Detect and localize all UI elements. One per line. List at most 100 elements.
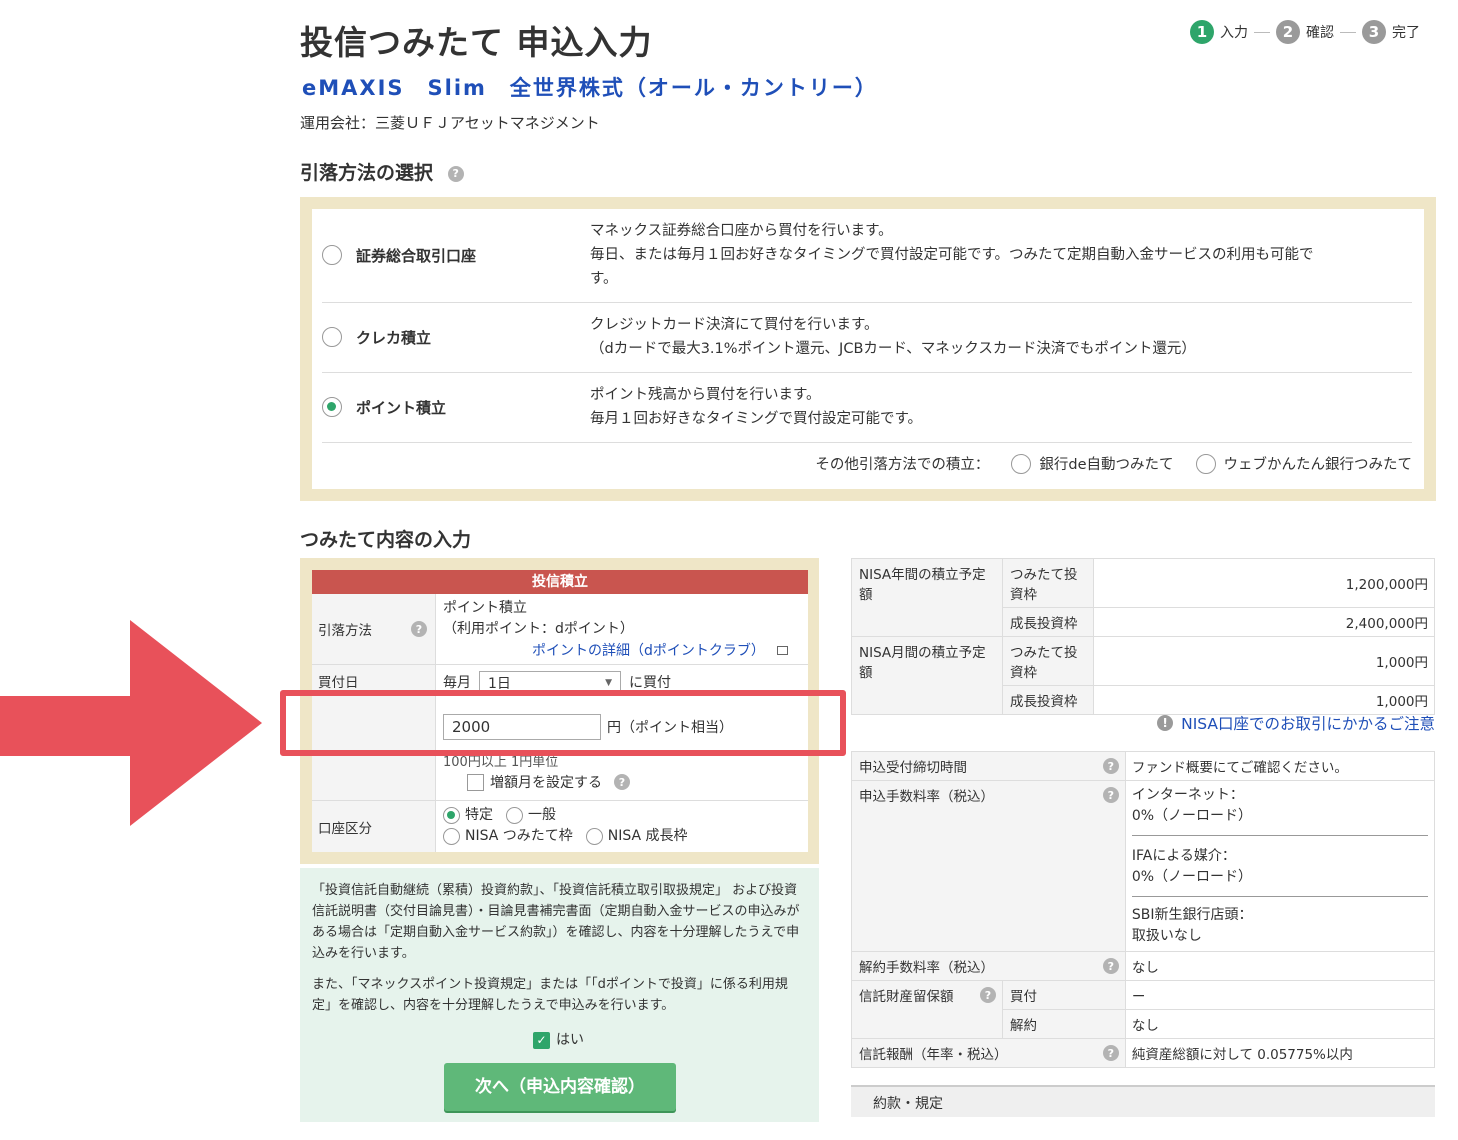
check-icon[interactable]: ✓ [533, 1032, 550, 1049]
step-number: 3 [1362, 20, 1386, 44]
info-icon: ! [1157, 715, 1174, 731]
buy-day-prefix: 毎月 [443, 675, 471, 691]
monthly-growth-label: 成長投資枠 [1002, 685, 1094, 715]
radio-nisa-growth[interactable] [585, 828, 603, 845]
option-label[interactable]: ウェブかんたん銀行つみたて [1224, 453, 1413, 474]
withdrawal-option-point[interactable]: ポイント積立 ポイント残高から買付を行います。 毎月１回お好きなタイミングで買付… [322, 373, 1412, 443]
fee-line: IFAによる媒介： [1131, 848, 1236, 864]
step-complete: 3 完了 [1362, 20, 1420, 44]
link-text[interactable]: ポイントの詳細（dポイントクラブ） [532, 643, 765, 659]
reserve-sell-label: 解約 [1002, 1009, 1126, 1039]
external-window-icon [777, 646, 789, 655]
radio-point[interactable] [322, 397, 342, 417]
point-detail-link[interactable]: ポイントの詳細（dポイントクラブ） [532, 640, 789, 660]
radio-securities[interactable] [322, 245, 342, 265]
fee-values: インターネット： 0%（ノーロード） IFAによる媒介： 0%（ノーロード） S… [1124, 780, 1436, 952]
option-label: NISA 成長枠 [607, 828, 688, 844]
fund-info-table: 申込受付締切時間 ? ファンド概要にてご確認ください。 申込手数料率（税込） ?… [851, 751, 1436, 1068]
reserve-sell-value: なし [1124, 1009, 1436, 1039]
step-label: 完了 [1392, 25, 1420, 41]
monthly-tsumitate-value: 1,000円 [1093, 636, 1435, 686]
agree-label: はい [556, 1032, 584, 1048]
radio-ippan[interactable] [506, 807, 523, 824]
option-label: 特定 [465, 807, 493, 823]
deadline-value: ファンド概要にてご確認ください。 [1124, 751, 1436, 781]
radio-tokutei[interactable] [443, 807, 460, 824]
buy-day-label-cell: 買付日 [312, 665, 436, 693]
row-account-type: 口座区分 特定 一般 NISA つみたて枠 NISA 成長枠 [312, 801, 808, 852]
help-icon[interactable]: ? [1102, 1045, 1119, 1061]
method-value-line: （利用ポイント：dポイント） [443, 621, 634, 637]
fee-line: 0%（ノーロード） [1131, 808, 1253, 824]
withdrawal-option-securities[interactable]: 証券総合取引口座 マネックス証券総合口座から買付を行います。 毎日、または毎月１… [322, 209, 1412, 303]
reserve-buy-value: ー [1124, 980, 1436, 1010]
form-section-title: つみたて内容の入力 [300, 529, 472, 551]
annual-label: NISA年間の積立予定額 [851, 558, 1003, 637]
nisa-table: NISA年間の積立予定額 つみたて投資枠 1,200,000円 成長投資枠 2,… [851, 558, 1435, 715]
terms-section[interactable]: 約款・規定 [851, 1085, 1435, 1117]
row-label: 申込手数料率（税込） [859, 789, 994, 805]
cancel-value: なし [1124, 951, 1436, 981]
annual-growth-label: 成長投資枠 [1002, 607, 1094, 637]
step-label: 確認 [1306, 25, 1334, 41]
other-methods-label: その他引落方法での積立： [815, 457, 990, 473]
option-description: クレジットカード決済にて買付を行います。 （dカードで最大3.1%ポイント還元、… [590, 313, 1196, 361]
agreement-text-1: 「投資信託自動継続（累積）投資約款」、「投資信託積立取引取扱規定」 および投資信… [312, 883, 800, 961]
method-label-cell: 引落方法 ? [312, 594, 436, 664]
increase-checkbox[interactable] [467, 773, 484, 791]
radio-credit[interactable] [322, 327, 342, 347]
fund-company: 運用会社：三菱ＵＦＪアセットマネジメント [300, 114, 600, 132]
reserve-label-cell: 信託財産留保額 ? [851, 980, 1003, 1039]
radio-nisa-tsumitate[interactable] [443, 828, 460, 845]
increase-label: 増額月を設定する [490, 775, 602, 791]
option-label: ポイント積立 [356, 399, 447, 417]
withdrawal-section-title: 引落方法の選択 ? [300, 158, 464, 185]
annual-growth-value: 2,400,000円 [1093, 607, 1435, 637]
withdrawal-option-credit[interactable]: クレカ積立 クレジットカード決済にて買付を行います。 （dカードで最大3.1%ポ… [322, 303, 1412, 373]
option-label[interactable]: 銀行de自動つみたて [1039, 453, 1173, 474]
agree-checkbox-row[interactable]: ✓ はい [533, 1030, 584, 1051]
desc-line: す。 [590, 271, 618, 287]
option-label: 一般 [528, 807, 556, 823]
next-button[interactable]: 次へ（申込内容確認） [444, 1063, 676, 1111]
method-value-line: ポイント積立 [443, 600, 527, 616]
desc-line: マネックス証券総合口座から買付を行います。 [590, 223, 893, 239]
help-icon[interactable]: ? [614, 774, 630, 790]
nisa-caution-link[interactable]: ! NISA口座でのお取引にかかるご注意 [1157, 712, 1435, 734]
annotation-highlight-box [280, 690, 846, 756]
row-label: 信託財産留保額 [859, 989, 954, 1005]
help-icon[interactable]: ? [411, 621, 427, 637]
withdrawal-options: 証券総合取引口座 マネックス証券総合口座から買付を行います。 毎日、または毎月１… [312, 209, 1424, 489]
radio-bank-auto[interactable] [1011, 453, 1032, 474]
help-icon[interactable]: ? [1102, 758, 1119, 774]
link-text[interactable]: NISA口座でのお取引にかかるご注意 [1181, 712, 1435, 734]
desc-line: 毎月１回お好きなタイミングで買付設定可能です。 [590, 411, 923, 427]
desc-line: クレジットカード決済にて買付を行います。 [590, 317, 879, 333]
increase-month-option[interactable]: 増額月を設定する ? [467, 772, 630, 792]
help-icon[interactable]: ? [1102, 787, 1119, 803]
option-description: マネックス証券総合口座から買付を行います。 毎日、または毎月１回お好きなタイミン… [590, 219, 1314, 291]
help-icon[interactable]: ? [447, 165, 464, 182]
step-indicator: 1 入力 2 確認 3 完了 [1190, 20, 1420, 44]
option-label: クレカ積立 [356, 329, 432, 347]
fee-line: 取扱いなし [1131, 928, 1202, 944]
help-icon[interactable]: ? [980, 987, 996, 1003]
radio-web-bank[interactable] [1195, 453, 1216, 474]
method-value: ポイント積立 （利用ポイント：dポイント） [443, 598, 634, 640]
monthly-growth-value: 1,000円 [1093, 685, 1435, 715]
other-methods: その他引落方法での積立： 銀行de自動つみたて ウェブかんたん銀行つみたて [815, 453, 1412, 474]
step-number: 2 [1276, 20, 1300, 44]
step-input: 1 入力 [1190, 20, 1248, 44]
reserve-buy-label: 買付 [1002, 980, 1126, 1010]
fee-line: 0%（ノーロード） [1131, 869, 1253, 885]
fee-line: インターネット： [1131, 787, 1244, 803]
buy-day-suffix: に買付 [629, 675, 671, 691]
option-label: NISA つみたて枠 [465, 828, 573, 844]
monthly-label: NISA月間の積立予定額 [851, 636, 1003, 715]
step-label: 入力 [1220, 25, 1248, 41]
withdrawal-title-text: 引落方法の選択 [300, 162, 434, 184]
account-options: 特定 一般 NISA つみたて枠 NISA 成長枠 [443, 805, 688, 847]
cancel-label-cell: 解約手数料率（税込） ? [851, 951, 1126, 981]
help-icon[interactable]: ? [1102, 958, 1119, 974]
deadline-label-cell: 申込受付締切時間 ? [851, 751, 1126, 781]
